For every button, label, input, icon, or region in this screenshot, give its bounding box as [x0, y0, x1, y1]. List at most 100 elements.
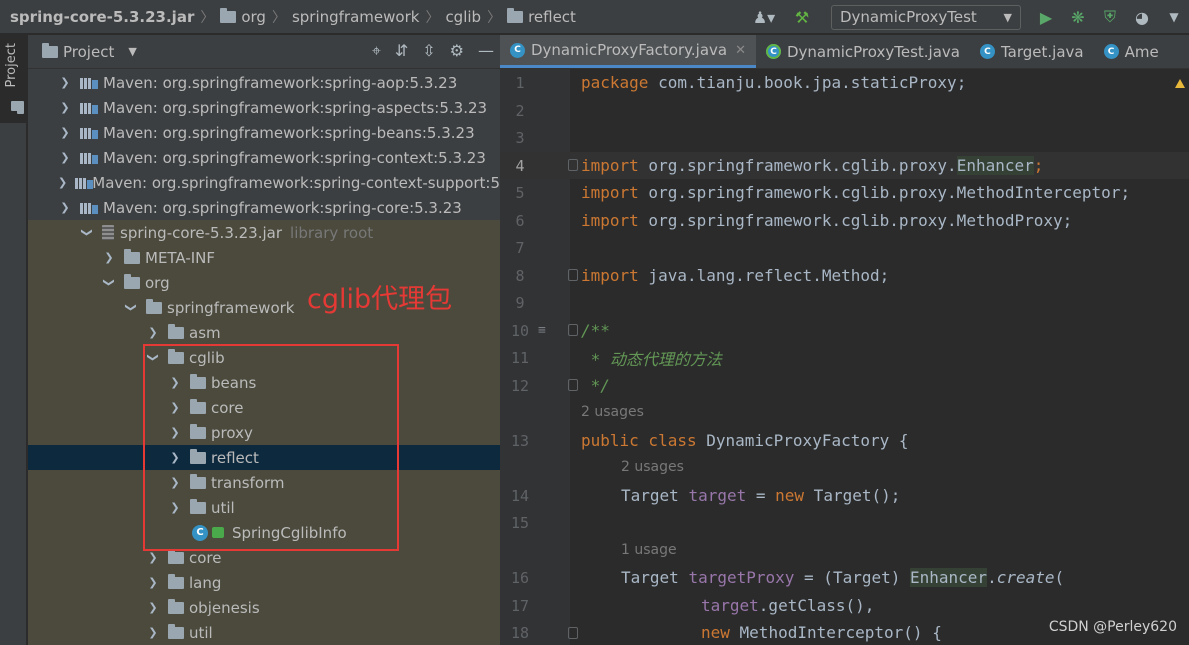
breadcrumb-reflect[interactable]: reflect [528, 8, 576, 26]
code-line[interactable]: 13 public class DynamicProxyFactory { [500, 427, 1189, 454]
folder-icon [220, 7, 237, 23]
chevron-down-icon[interactable]: ❯ [58, 201, 72, 214]
breadcrumb-cglib[interactable]: cglib [445, 8, 481, 26]
collapse-all-icon[interactable]: ⇳ [422, 41, 435, 61]
tree-item-label: spring-core-5.3.23.jar [120, 223, 283, 242]
code-rest: Target(); [804, 486, 901, 505]
close-icon[interactable]: ✕ [735, 43, 746, 58]
locate-icon[interactable]: ⌖ [372, 41, 381, 61]
line-number: 6 [515, 211, 525, 230]
chevron-right-icon[interactable]: ❯ [58, 176, 67, 189]
code-line[interactable]: 14 Target target = new Target(); [500, 482, 1189, 509]
chevron-down-icon[interactable]: ❯ [103, 276, 116, 290]
chevron-right-icon[interactable]: ❯ [58, 126, 72, 139]
code-line[interactable]: 10 ≡ /** [500, 317, 1189, 344]
run-configuration-select[interactable]: DynamicProxyTest ▼ [831, 4, 1021, 30]
chevron-right-icon[interactable]: ❯ [146, 576, 160, 589]
tree-item[interactable]: ❯ asm [28, 320, 500, 345]
breadcrumb-separator: 〉 [487, 9, 502, 26]
code-line[interactable]: 5 import org.springframework.cglib.proxy… [500, 179, 1189, 206]
tree-item[interactable]: ❯ objenesis [28, 595, 500, 620]
tree-item[interactable]: ❯ Maven: org.springframework:spring-core… [28, 195, 500, 220]
code-line[interactable]: 11 * 动态代理的方法 [500, 344, 1189, 371]
gear-icon[interactable]: ⚙ [450, 41, 464, 61]
tree-item[interactable]: ❯ Maven: org.springframework:spring-cont… [28, 170, 500, 195]
chevron-right-icon[interactable]: ❯ [102, 251, 116, 264]
tree-item-label: lang [189, 573, 222, 592]
code-line[interactable]: 6 import org.springframework.cglib.proxy… [500, 207, 1189, 234]
tree-item[interactable]: ❯ Maven: org.springframework:spring-cont… [28, 145, 500, 170]
code-line-current[interactable]: 4 import org.springframework.cglib.proxy… [500, 152, 1189, 179]
debug-icon[interactable]: ❋ [1067, 6, 1089, 28]
user-icon[interactable]: ♟▾ [747, 6, 781, 28]
tab-label: DynamicProxyTest.java [787, 42, 960, 61]
more-actions-icon[interactable]: ▼ [1163, 6, 1185, 28]
project-panel-title[interactable]: Project [63, 43, 114, 61]
tree-item-label: Maven: org.springframework:spring-beans:… [103, 123, 475, 142]
code-line[interactable]: 16 Target targetProxy = (Target) Enhance… [500, 564, 1189, 591]
code-line[interactable]: 15 [500, 509, 1189, 536]
chevron-right-icon[interactable]: ❯ [146, 601, 160, 614]
code-line[interactable]: 12 */ [500, 372, 1189, 399]
keyword: import [581, 211, 639, 230]
usages-hint[interactable]: 1 usage [621, 542, 677, 558]
fold-marker-icon[interactable] [568, 379, 578, 391]
field-reference: target [701, 596, 759, 615]
code-line[interactable]: 8 import java.lang.reflect.Method; [500, 262, 1189, 289]
chevron-down-icon[interactable]: ❯ [81, 226, 94, 240]
breadcrumb: spring-core-5.3.23.jar 〉 org 〉 springfra… [0, 7, 576, 27]
tab-dynamic-proxy-factory[interactable]: C DynamicProxyFactory.java ✕ [500, 35, 756, 68]
chevron-right-icon[interactable]: ❯ [58, 76, 72, 89]
tab-ame[interactable]: C Ame [1094, 35, 1169, 68]
library-icon [80, 151, 98, 165]
tree-item[interactable]: ❯ util [28, 620, 500, 645]
tree-item-label: org [145, 273, 170, 292]
hide-icon[interactable]: — [478, 41, 494, 61]
chevron-down-icon[interactable]: ▼ [128, 45, 136, 58]
breadcrumb-jar[interactable]: spring-core-5.3.23.jar [10, 8, 194, 26]
breadcrumb-org[interactable]: org [241, 8, 266, 26]
tree-item[interactable]: ❯ META-INF [28, 245, 500, 270]
code-line[interactable]: 7 [500, 234, 1189, 261]
tree-item[interactable]: ❯ Maven: org.springframework:spring-aspe… [28, 95, 500, 120]
usages-hint[interactable]: 2 usages [621, 459, 684, 475]
tab-dynamic-proxy-test[interactable]: C DynamicProxyTest.java [756, 35, 970, 68]
code-rest: Target [621, 486, 689, 505]
code-line[interactable]: 17 target.getClass(), [500, 592, 1189, 619]
chevron-right-icon[interactable]: ❯ [146, 551, 160, 564]
coverage-icon[interactable]: ⛨ [1099, 6, 1121, 28]
fold-marker-icon[interactable] [568, 269, 578, 281]
chevron-right-icon[interactable]: ❯ [58, 151, 72, 164]
doc-render-icon[interactable]: ≡ [538, 323, 546, 338]
tree-item[interactable]: ❯ spring-core-5.3.23.jar library root [28, 220, 500, 245]
expand-all-icon[interactable]: ⇵ [395, 41, 408, 61]
code-line[interactable]: 2 [500, 97, 1189, 124]
run-icon[interactable]: ▶ [1035, 6, 1057, 28]
tree-item-label: util [189, 623, 213, 642]
code-line[interactable]: 3 [500, 124, 1189, 151]
fold-marker-icon[interactable] [568, 324, 578, 336]
code-rest: = (Target) [794, 568, 910, 587]
chevron-right-icon[interactable]: ❯ [146, 626, 160, 639]
fold-marker-icon[interactable] [568, 627, 578, 639]
code-line[interactable]: 9 [500, 289, 1189, 316]
chevron-right-icon[interactable]: ❯ [146, 326, 160, 339]
tab-target[interactable]: C Target.java [970, 35, 1094, 68]
tree-item[interactable]: ❯ lang [28, 570, 500, 595]
chevron-right-icon[interactable]: ❯ [58, 101, 72, 114]
profile-icon[interactable]: ◕ [1131, 6, 1153, 28]
run-config-label: DynamicProxyTest [840, 8, 977, 26]
library-root-suffix: library root [290, 223, 374, 242]
chevron-down-icon[interactable]: ❯ [125, 301, 138, 315]
fold-marker-icon[interactable] [568, 159, 578, 171]
code-rest: org.springframework.cglib.proxy.MethodIn… [638, 183, 1131, 202]
code-rest: MethodInterceptor() { [729, 623, 942, 642]
project-tool-tab[interactable]: Project [0, 35, 27, 123]
tree-item[interactable]: ❯ Maven: org.springframework:spring-aop:… [28, 70, 500, 95]
code-line[interactable]: 1 package com.tianju.book.jpa.staticProx… [500, 69, 1189, 96]
usages-hint[interactable]: 2 usages [581, 404, 644, 420]
comment: */ [581, 376, 610, 395]
build-hammer-icon[interactable]: ⚒ [791, 6, 813, 28]
breadcrumb-springframework[interactable]: springframework [292, 8, 419, 26]
tree-item[interactable]: ❯ Maven: org.springframework:spring-bean… [28, 120, 500, 145]
